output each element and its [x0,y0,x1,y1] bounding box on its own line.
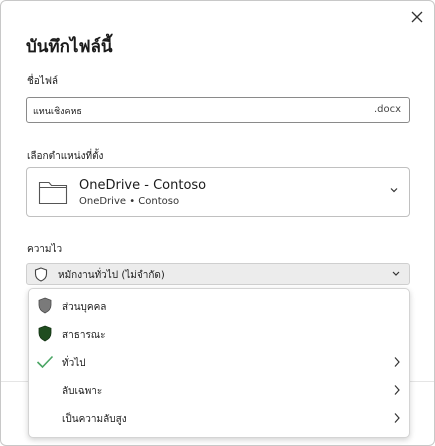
filename-field[interactable]: .docx [26,97,410,123]
menu-item-label: ทั่วไป [62,358,86,369]
chevron-down-icon [390,188,398,193]
chevron-right-icon [394,385,400,395]
menu-item-label: ลับเฉพาะ [62,386,103,397]
location-name: OneDrive - Contoso [79,178,207,193]
checkmark-icon [36,355,54,369]
filename-label: ชื่อไฟล์ [27,76,59,87]
menu-item-highly-confidential[interactable]: เป็นความลับสูง [29,404,409,432]
sensitivity-label: ความไว [27,244,63,255]
save-file-dialog: บันทึกไฟล์นี้ ชื่อไฟล์ .docx เลือกตำแหน่… [0,0,435,446]
menu-item-personal[interactable]: ส่วนบุคคล [29,292,409,320]
sensitivity-value: หมักงานทั่วไป (ไม่จำกัด) [58,270,165,281]
sensitivity-menu: ส่วนบุคคล สาธารณะ ทั่วไป ลับเฉพาะ เป็นคว [28,288,410,438]
menu-item-label: ส่วนบุคคล [62,302,107,313]
shield-outline-icon [34,267,48,282]
menu-item-label: เป็นความลับสูง [62,414,127,425]
menu-item-general[interactable]: ทั่วไป [29,348,409,376]
close-button[interactable] [406,6,428,28]
menu-item-public[interactable]: สาธารณะ [29,320,409,348]
menu-item-label: สาธารณะ [62,330,106,341]
shield-green-icon [38,325,52,342]
folder-icon [38,181,68,205]
chevron-down-icon [392,271,400,276]
close-icon [411,11,423,23]
location-picker[interactable]: OneDrive - Contoso OneDrive • Contoso [26,167,410,217]
location-label: เลือกตำแหน่งที่ตั้ง [27,151,104,162]
chevron-right-icon [394,357,400,367]
filename-input[interactable] [33,102,363,119]
chevron-right-icon [394,413,400,423]
shield-gray-icon [38,297,52,314]
menu-item-confidential[interactable]: ลับเฉพาะ [29,376,409,404]
location-subtitle: OneDrive • Contoso [79,196,180,207]
sensitivity-dropdown[interactable]: หมักงานทั่วไป (ไม่จำกัด) [26,263,410,285]
dialog-title: บันทึกไฟล์นี้ [26,37,113,57]
file-extension: .docx [373,104,401,115]
